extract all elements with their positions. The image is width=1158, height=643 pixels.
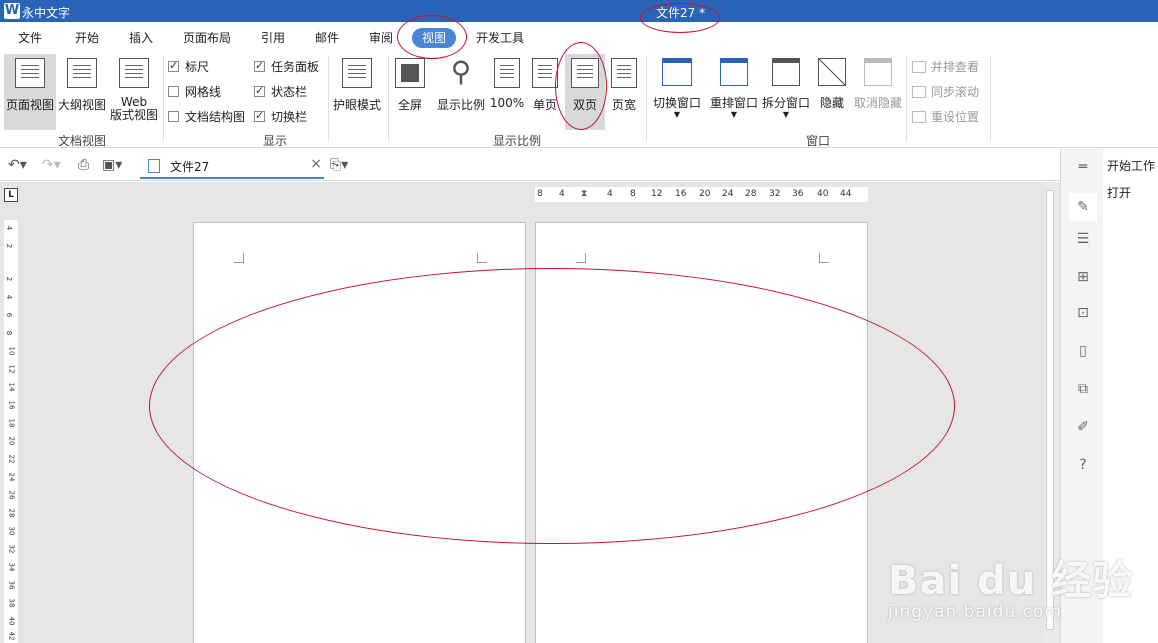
- rearrange-window-button[interactable]: 重排窗口 ▼: [708, 54, 760, 130]
- tab-file[interactable]: 文件: [18, 28, 42, 48]
- split-window-icon: [772, 58, 800, 86]
- full-screen-button[interactable]: 全屏: [390, 54, 430, 130]
- save-icon[interactable]: ▣▾: [102, 157, 122, 173]
- side-by-side-button[interactable]: 并排查看: [912, 58, 979, 75]
- group-label-display: 显示: [263, 134, 288, 148]
- tab-mailings[interactable]: 邮件: [315, 28, 339, 48]
- document-page-right[interactable]: [535, 222, 868, 643]
- help-icon[interactable]: ?: [1075, 457, 1091, 473]
- horizontal-ruler[interactable]: 8 4 ⧗ 4 8 12 16 20 24 28 32 36 40 44: [535, 187, 868, 202]
- status-bar-checkbox[interactable]: 状态栏: [254, 83, 307, 100]
- doc-structure-checkbox[interactable]: 文档结构图: [168, 108, 245, 125]
- document-icon: [148, 159, 160, 173]
- task-pane-checkbox[interactable]: 任务面板: [254, 58, 319, 75]
- tab-review[interactable]: 审阅: [369, 28, 393, 48]
- tab-page-layout[interactable]: 页面布局: [183, 28, 231, 48]
- indent-marker-icon[interactable]: ⧗: [581, 189, 587, 199]
- tab-home[interactable]: 开始: [75, 28, 99, 48]
- undo-icon[interactable]: ↶▾: [8, 157, 27, 173]
- document-tab[interactable]: 文件27 ×: [140, 151, 324, 179]
- edit-icon[interactable]: ✐: [1075, 419, 1091, 435]
- redo-icon[interactable]: ↷▾: [42, 157, 61, 173]
- vertical-ruler[interactable]: 4 2 2 4 6 8 10 12 14 16 18 20 22 24 26 2…: [4, 220, 18, 643]
- print-preview-icon[interactable]: ⎙: [78, 157, 89, 173]
- clipboard-icon[interactable]: ▯: [1075, 343, 1091, 359]
- pencil-icon[interactable]: ✎: [1069, 193, 1097, 221]
- hide-window-button[interactable]: 隐藏: [814, 54, 850, 130]
- group-label-zoom: 显示比例: [493, 134, 542, 148]
- double-page-icon: [571, 58, 599, 88]
- gridlines-checkbox[interactable]: 网格线: [168, 83, 221, 100]
- full-screen-icon: [395, 58, 425, 88]
- open-link[interactable]: 打开: [1107, 184, 1131, 201]
- app-logo: W: [4, 3, 20, 19]
- double-page-button[interactable]: 双页: [565, 54, 605, 130]
- side-by-side-icon: [912, 60, 926, 73]
- drag-handle-icon[interactable]: ═: [1075, 159, 1091, 175]
- unhide-window-button[interactable]: 取消隐藏: [852, 54, 904, 130]
- zoom-100-icon: [494, 58, 520, 88]
- tab-stop-selector[interactable]: L: [4, 188, 18, 202]
- web-view-icon: [119, 58, 149, 88]
- title-bar: W 永中文字 文件27 *: [0, 0, 1158, 22]
- reset-position-icon: [912, 110, 926, 123]
- quick-access-bar: ↶▾ ↷▾ ⎙ ▣▾ 文件27 × ⎘▾: [0, 149, 1060, 181]
- structure-icon[interactable]: ⊞: [1075, 269, 1091, 285]
- tab-insert[interactable]: 插入: [129, 28, 153, 48]
- new-document-icon[interactable]: ⎘▾: [330, 157, 348, 173]
- tab-developer[interactable]: 开发工具: [476, 28, 524, 48]
- settings-sliders-icon[interactable]: ☰: [1075, 231, 1091, 247]
- lock-icon[interactable]: ⊡: [1075, 305, 1091, 321]
- ruler-checkbox[interactable]: 标尺: [168, 58, 209, 75]
- outline-view-button[interactable]: 大纲视图: [56, 54, 108, 130]
- eye-mode-button[interactable]: 护眼模式: [330, 54, 384, 130]
- chevron-down-icon: ▼: [673, 110, 681, 119]
- tab-view[interactable]: 视图: [412, 28, 457, 48]
- page-view-button[interactable]: 页面视图: [4, 54, 56, 130]
- magnifier-icon: ⚲: [450, 55, 472, 88]
- ribbon: 页面视图 大纲视图 Web版式视图 文档视图 标尺 任务面板 网格线 状态栏 文…: [0, 52, 1158, 148]
- copy-icon[interactable]: ⧉: [1075, 381, 1091, 397]
- tab-references[interactable]: 引用: [261, 28, 285, 48]
- switch-bar-checkbox[interactable]: 切换栏: [254, 108, 307, 125]
- page-view-icon: [15, 58, 45, 88]
- page-width-icon: [611, 58, 637, 88]
- chevron-down-icon: ▼: [782, 110, 790, 119]
- sync-scroll-button[interactable]: 同步滚动: [912, 83, 979, 100]
- document-title: 文件27 *: [656, 6, 706, 20]
- sync-scroll-icon: [912, 85, 926, 98]
- rearrange-window-icon: [720, 58, 748, 86]
- hide-window-icon: [818, 58, 846, 86]
- document-page-left[interactable]: [193, 222, 526, 643]
- switch-window-icon: [662, 58, 692, 86]
- zoom-100-button[interactable]: 100%: [488, 54, 526, 130]
- chevron-down-icon: ▼: [730, 110, 738, 119]
- page-width-button[interactable]: 页宽: [606, 54, 642, 130]
- web-view-button[interactable]: Web 版式视图: [108, 54, 160, 130]
- single-page-button[interactable]: 单页: [528, 54, 562, 130]
- single-page-icon: [532, 58, 558, 88]
- baidu-watermark: Bai du 经验 jingyan.baidu.com: [888, 558, 1134, 622]
- task-pane-title: 开始工作: [1107, 159, 1156, 173]
- switch-window-button[interactable]: 切换窗口 ▼: [650, 54, 704, 130]
- outline-view-icon: [67, 58, 97, 88]
- eye-mode-icon: [342, 58, 372, 88]
- close-icon[interactable]: ×: [310, 156, 322, 172]
- zoom-ratio-button[interactable]: ⚲ 显示比例: [434, 54, 488, 130]
- reset-position-button[interactable]: 重设位置: [912, 108, 979, 125]
- split-window-button[interactable]: 拆分窗口 ▼: [760, 54, 812, 130]
- unhide-window-icon: [864, 58, 892, 86]
- group-label-doc-view: 文档视图: [58, 134, 107, 148]
- group-label-window: 窗口: [806, 134, 831, 148]
- menu-bar: 文件 开始 插入 页面布局 引用 邮件 审阅 视图 开发工具: [0, 22, 1158, 52]
- app-name: 永中文字: [22, 6, 71, 20]
